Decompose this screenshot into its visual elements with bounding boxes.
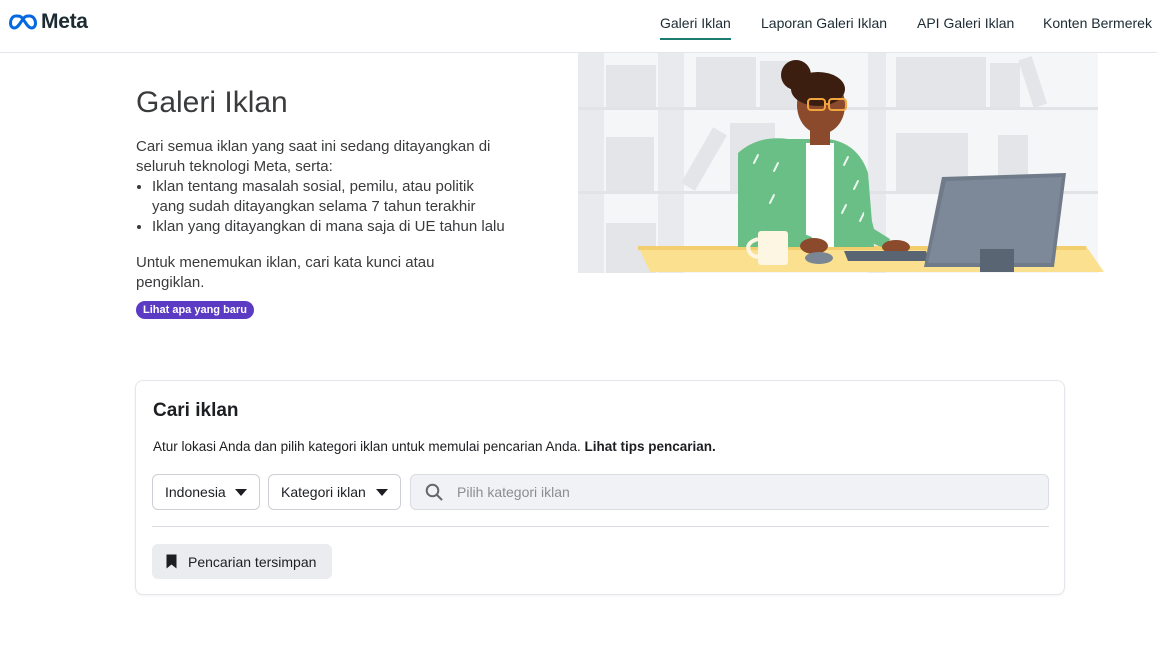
intro-lead: Cari semua iklan yang saat ini sedang di… bbox=[136, 138, 491, 175]
ad-category-dropdown[interactable]: Kategori iklan bbox=[268, 474, 401, 510]
woman-at-computer-illustration bbox=[578, 53, 1104, 273]
intro-instruction: Untuk menemukan iklan, cari kata kunci a… bbox=[136, 254, 435, 291]
top-navigation-bar: Meta Galeri Iklan Laporan Galeri Iklan A… bbox=[0, 0, 1157, 53]
search-tips-link[interactable]: Lihat tips pencarian. bbox=[585, 439, 716, 454]
ad-category-selected-value: Kategori iklan bbox=[281, 484, 366, 500]
card-divider bbox=[152, 526, 1049, 527]
meta-wordmark: Meta bbox=[41, 10, 88, 33]
page-title: Galeri Iklan bbox=[136, 86, 288, 119]
meta-infinity-icon bbox=[9, 14, 37, 30]
country-selected-value: Indonesia bbox=[165, 484, 226, 500]
search-card-title: Cari iklan bbox=[153, 400, 239, 421]
caret-down-icon bbox=[376, 488, 388, 496]
bookmark-icon bbox=[166, 554, 177, 569]
nav-laporan-galeri-iklan[interactable]: Laporan Galeri Iklan bbox=[761, 15, 887, 53]
intro-section: Galeri Iklan Cari semua iklan yang saat … bbox=[136, 86, 506, 319]
search-box bbox=[410, 474, 1049, 510]
search-icon bbox=[425, 483, 443, 501]
intro-bullet: Iklan tentang masalah sosial, pemilu, at… bbox=[152, 177, 506, 217]
search-card-description: Atur lokasi Anda dan pilih kategori ikla… bbox=[153, 439, 716, 454]
whats-new-badge[interactable]: Lihat apa yang baru bbox=[136, 301, 254, 319]
caret-down-icon bbox=[235, 488, 247, 496]
saved-searches-button[interactable]: Pencarian tersimpan bbox=[152, 544, 332, 579]
country-dropdown[interactable]: Indonesia bbox=[152, 474, 260, 510]
hero-illustration bbox=[578, 53, 1106, 275]
search-description-text: Atur lokasi Anda dan pilih kategori ikla… bbox=[153, 439, 581, 454]
intro-bullet: Iklan yang ditayangkan di mana saja di U… bbox=[152, 217, 506, 237]
nav-api-galeri-iklan[interactable]: API Galeri Iklan bbox=[917, 15, 1014, 53]
nav-galeri-iklan[interactable]: Galeri Iklan bbox=[660, 15, 731, 53]
saved-searches-label: Pencarian tersimpan bbox=[188, 553, 317, 570]
intro-bullet-list: Iklan tentang masalah sosial, pemilu, at… bbox=[152, 177, 506, 237]
meta-logo[interactable]: Meta bbox=[9, 10, 88, 34]
search-ads-card: Cari iklan Atur lokasi Anda dan pilih ka… bbox=[135, 380, 1065, 595]
nav-konten-bermerek[interactable]: Konten Bermerek bbox=[1043, 15, 1152, 53]
search-input[interactable] bbox=[457, 484, 1017, 500]
